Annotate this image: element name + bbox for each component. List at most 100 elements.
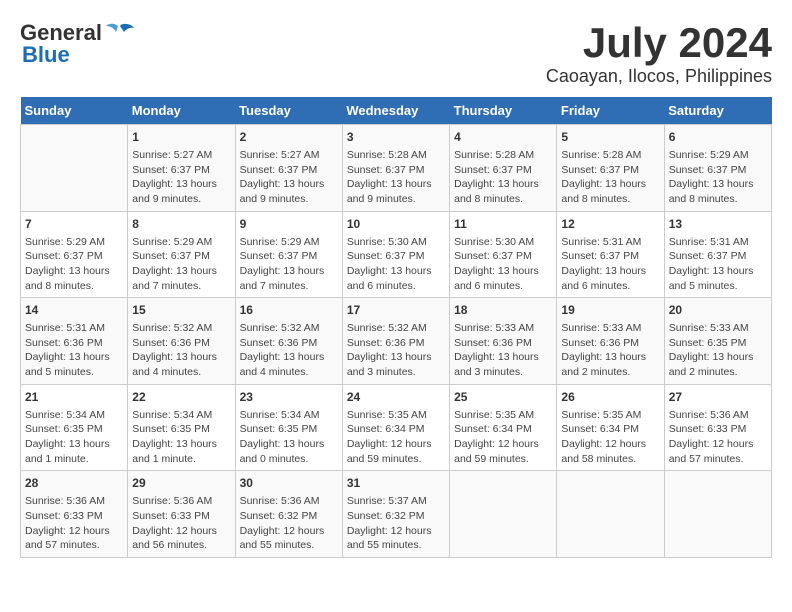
calendar-cell: 30Sunrise: 5:36 AMSunset: 6:32 PMDayligh…	[235, 471, 342, 558]
title-area: July 2024 Caoayan, Ilocos, Philippines	[546, 20, 772, 87]
day-info-line: and 5 minutes.	[669, 279, 767, 294]
day-info-line: and 55 minutes.	[347, 538, 445, 553]
calendar-header-row: SundayMondayTuesdayWednesdayThursdayFrid…	[21, 97, 772, 125]
day-number: 27	[669, 389, 767, 406]
calendar-cell: 19Sunrise: 5:33 AMSunset: 6:36 PMDayligh…	[557, 298, 664, 385]
day-info-line: Sunrise: 5:32 AM	[132, 321, 230, 336]
day-info-line: Sunrise: 5:28 AM	[561, 148, 659, 163]
day-info-line: and 1 minute.	[25, 452, 123, 467]
calendar-cell: 8Sunrise: 5:29 AMSunset: 6:37 PMDaylight…	[128, 211, 235, 298]
calendar-week-row: 28Sunrise: 5:36 AMSunset: 6:33 PMDayligh…	[21, 471, 772, 558]
day-info-line: and 5 minutes.	[25, 365, 123, 380]
day-info-line: and 3 minutes.	[347, 365, 445, 380]
day-info-line: and 6 minutes.	[454, 279, 552, 294]
day-info-line: Sunrise: 5:27 AM	[240, 148, 338, 163]
day-info-line: and 3 minutes.	[454, 365, 552, 380]
calendar-cell: 16Sunrise: 5:32 AMSunset: 6:36 PMDayligh…	[235, 298, 342, 385]
calendar-cell: 6Sunrise: 5:29 AMSunset: 6:37 PMDaylight…	[664, 125, 771, 212]
day-number: 3	[347, 129, 445, 146]
day-info-line: Daylight: 13 hours	[25, 264, 123, 279]
day-info-line: and 9 minutes.	[132, 192, 230, 207]
day-info-line: and 9 minutes.	[240, 192, 338, 207]
day-info-line: Sunrise: 5:32 AM	[347, 321, 445, 336]
day-info-line: Daylight: 12 hours	[240, 524, 338, 539]
weekday-header-monday: Monday	[128, 97, 235, 125]
day-info-line: and 57 minutes.	[669, 452, 767, 467]
day-info-line: and 55 minutes.	[240, 538, 338, 553]
day-info-line: Daylight: 13 hours	[454, 264, 552, 279]
day-number: 4	[454, 129, 552, 146]
day-info-line: and 56 minutes.	[132, 538, 230, 553]
day-info-line: Sunset: 6:37 PM	[240, 249, 338, 264]
day-info-line: and 6 minutes.	[347, 279, 445, 294]
calendar-cell: 9Sunrise: 5:29 AMSunset: 6:37 PMDaylight…	[235, 211, 342, 298]
day-number: 18	[454, 302, 552, 319]
day-info-line: Sunrise: 5:31 AM	[25, 321, 123, 336]
calendar-cell	[21, 125, 128, 212]
day-number: 1	[132, 129, 230, 146]
day-info-line: and 7 minutes.	[240, 279, 338, 294]
day-info-line: Daylight: 12 hours	[454, 437, 552, 452]
day-info-line: Daylight: 12 hours	[561, 437, 659, 452]
day-info-line: Sunrise: 5:36 AM	[25, 494, 123, 509]
day-info-line: Sunrise: 5:37 AM	[347, 494, 445, 509]
calendar-cell: 15 Sunrise: 5:32 AMSunset: 6:36 PMDayligh…	[128, 298, 235, 385]
day-number: 22	[132, 389, 230, 406]
calendar-cell: 5Sunrise: 5:28 AMSunset: 6:37 PMDaylight…	[557, 125, 664, 212]
calendar-title: July 2024	[546, 20, 772, 66]
calendar-week-row: 7Sunrise: 5:29 AMSunset: 6:37 PMDaylight…	[21, 211, 772, 298]
day-number: 23	[240, 389, 338, 406]
day-info-line: Sunrise: 5:34 AM	[132, 408, 230, 423]
day-info-line: Sunset: 6:36 PM	[132, 336, 230, 351]
day-info-line: and 4 minutes.	[240, 365, 338, 380]
calendar-cell	[557, 471, 664, 558]
day-info-line: and 8 minutes.	[454, 192, 552, 207]
calendar-cell: 24Sunrise: 5:35 AMSunset: 6:34 PMDayligh…	[342, 384, 449, 471]
calendar-cell: 25Sunrise: 5:35 AMSunset: 6:34 PMDayligh…	[450, 384, 557, 471]
day-info-line: Sunrise: 5:28 AM	[454, 148, 552, 163]
day-info-line: Sunrise: 5:35 AM	[454, 408, 552, 423]
day-info-line: Daylight: 13 hours	[25, 350, 123, 365]
calendar-cell: 27Sunrise: 5:36 AMSunset: 6:33 PMDayligh…	[664, 384, 771, 471]
day-info-line: Sunset: 6:35 PM	[669, 336, 767, 351]
day-info-line: Daylight: 13 hours	[240, 177, 338, 192]
day-number: 31	[347, 475, 445, 492]
day-info-line: Sunset: 6:36 PM	[561, 336, 659, 351]
calendar-cell: 14Sunrise: 5:31 AMSunset: 6:36 PMDayligh…	[21, 298, 128, 385]
day-info-line: Daylight: 13 hours	[669, 264, 767, 279]
calendar-cell: 17Sunrise: 5:32 AMSunset: 6:36 PMDayligh…	[342, 298, 449, 385]
day-info-line: Sunset: 6:37 PM	[454, 163, 552, 178]
day-info-line: Sunrise: 5:29 AM	[240, 235, 338, 250]
calendar-cell: 23Sunrise: 5:34 AMSunset: 6:35 PMDayligh…	[235, 384, 342, 471]
calendar-cell: 28Sunrise: 5:36 AMSunset: 6:33 PMDayligh…	[21, 471, 128, 558]
day-info-line: and 4 minutes.	[132, 365, 230, 380]
day-info-line: Daylight: 13 hours	[132, 350, 230, 365]
day-info-line: Sunset: 6:36 PM	[347, 336, 445, 351]
day-info-line: and 6 minutes.	[561, 279, 659, 294]
day-info-line: Daylight: 13 hours	[132, 437, 230, 452]
day-info-line: Daylight: 12 hours	[669, 437, 767, 452]
day-info-line: and 8 minutes.	[25, 279, 123, 294]
day-info-line: Sunset: 6:36 PM	[25, 336, 123, 351]
day-info-line: Sunrise: 5:36 AM	[132, 494, 230, 509]
day-info-line: Sunrise: 5:35 AM	[347, 408, 445, 423]
day-info-line: and 58 minutes.	[561, 452, 659, 467]
day-info-line: Sunset: 6:37 PM	[561, 163, 659, 178]
calendar-cell	[450, 471, 557, 558]
day-info-line: Daylight: 13 hours	[669, 177, 767, 192]
day-info-line: Sunrise: 5:29 AM	[669, 148, 767, 163]
day-number: 28	[25, 475, 123, 492]
calendar-cell: 26Sunrise: 5:35 AMSunset: 6:34 PMDayligh…	[557, 384, 664, 471]
logo: General Blue	[20, 20, 134, 68]
page-header: General Blue July 2024 Caoayan, Ilocos, …	[20, 20, 772, 87]
day-info-line: Daylight: 13 hours	[561, 350, 659, 365]
day-info-line: and 1 minute.	[132, 452, 230, 467]
day-info-line: Daylight: 13 hours	[347, 350, 445, 365]
calendar-cell: 12Sunrise: 5:31 AMSunset: 6:37 PMDayligh…	[557, 211, 664, 298]
day-number: 15	[132, 302, 230, 319]
day-info-line: Sunset: 6:37 PM	[669, 249, 767, 264]
day-info-line: Sunrise: 5:30 AM	[454, 235, 552, 250]
day-info-line: Sunset: 6:37 PM	[347, 249, 445, 264]
day-info-line: Daylight: 13 hours	[132, 177, 230, 192]
day-info-line: Daylight: 13 hours	[454, 350, 552, 365]
